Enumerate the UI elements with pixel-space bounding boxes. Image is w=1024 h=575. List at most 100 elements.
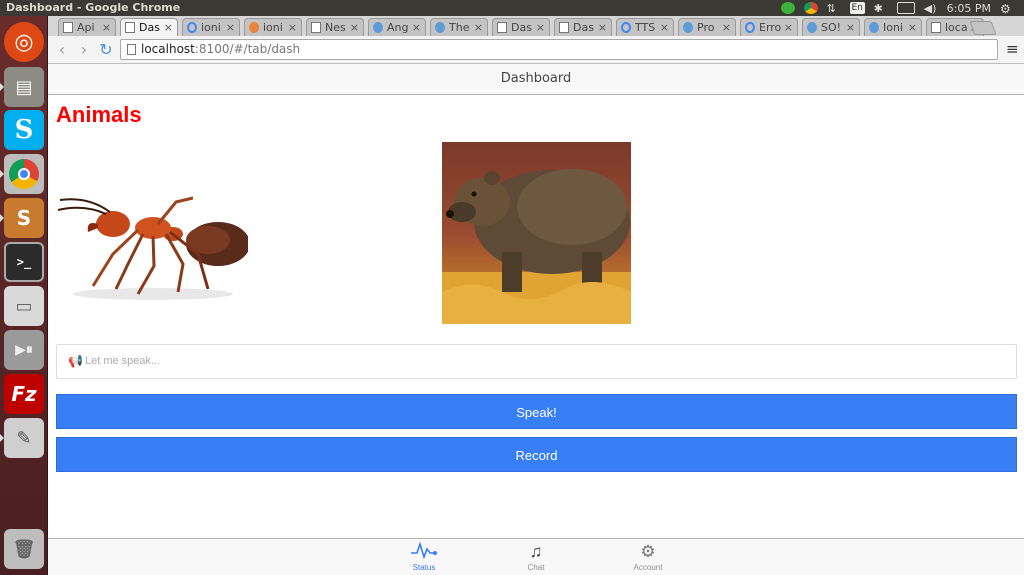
browser-tab-11[interactable]: Pro × (678, 18, 736, 36)
tab-label: The (449, 21, 470, 34)
close-tab-icon[interactable]: × (474, 21, 483, 34)
launcher-skype[interactable]: S (4, 110, 44, 150)
browser-tab-4[interactable]: ioni × (244, 18, 302, 36)
skype-icon: S (14, 115, 34, 145)
launcher-ubuntu-home[interactable]: ◎ (4, 22, 44, 62)
launcher-files[interactable]: ▤ (0, 67, 44, 107)
speak-button[interactable]: Speak! (56, 394, 1017, 429)
system-top-bar: Dashboard - Google Chrome ⇅ En ✱ ◀) 6:05… (0, 0, 1024, 16)
close-tab-icon[interactable]: × (846, 21, 855, 34)
tab-favicon-icon (63, 22, 73, 33)
volume-icon[interactable]: ◀) (924, 2, 938, 15)
reload-button[interactable]: ↻ (96, 40, 116, 60)
tab-favicon-icon (497, 22, 507, 33)
close-tab-icon[interactable]: × (350, 21, 359, 34)
chrome-icon (9, 159, 39, 189)
browser-tab-3[interactable]: ioni × (182, 18, 240, 36)
back-button[interactable]: ‹ (52, 40, 72, 60)
tab-favicon-icon (373, 22, 383, 33)
browser-tab-5[interactable]: Nes × (306, 18, 364, 36)
app-viewport: Dashboard Animals 📢 Let me speak... Spea… (48, 64, 1024, 575)
tab-favicon-icon (559, 22, 569, 33)
clock[interactable]: 6:05 PM (947, 2, 991, 15)
chrome-tray-icon[interactable] (803, 2, 818, 14)
close-tab-icon[interactable]: × (784, 21, 793, 34)
page-title: Dashboard (48, 64, 1024, 95)
tab-favicon-icon (869, 22, 879, 33)
browser-tab-8[interactable]: Das × (492, 18, 550, 36)
browser-tab-13[interactable]: SO! × (802, 18, 860, 36)
battery-icon[interactable] (896, 2, 915, 14)
power-gear-icon[interactable]: ⚙ (1000, 2, 1014, 16)
launcher-media-player[interactable]: ▶⏸ (4, 330, 44, 370)
tab-label: Das (511, 21, 532, 34)
chrome-menu-button[interactable]: ≡ (1006, 40, 1019, 58)
browser-tab-6[interactable]: Ang × (368, 18, 426, 36)
close-tab-icon[interactable]: × (598, 21, 607, 34)
tab-label: Pro (697, 21, 715, 34)
launcher-text-editor[interactable]: ✎ (0, 418, 44, 458)
close-tab-icon[interactable]: × (908, 21, 917, 34)
close-tab-icon[interactable]: × (102, 21, 111, 34)
bluetooth-icon[interactable]: ✱ (874, 2, 888, 15)
tab-account-label: Account (633, 563, 663, 572)
tab-account[interactable]: ⚙ Account (608, 541, 688, 572)
tab-status[interactable]: Status (384, 541, 464, 572)
window-title: Dashboard - Google Chrome (6, 1, 181, 14)
close-tab-icon[interactable]: × (164, 21, 173, 34)
tab-favicon-icon (683, 22, 693, 33)
tab-label: Ang (387, 21, 409, 34)
close-tab-icon[interactable]: × (288, 21, 297, 34)
ant-image (58, 196, 248, 300)
browser-tab-2[interactable]: Das × (120, 18, 178, 36)
new-tab-button[interactable] (969, 21, 997, 35)
tab-label: Nes (325, 21, 346, 34)
close-tab-icon[interactable]: × (536, 21, 545, 34)
pulse-icon (384, 541, 464, 563)
browser-tab-10[interactable]: TTS × (616, 18, 674, 36)
tab-favicon-icon (311, 22, 321, 33)
address-bar[interactable]: localhost:8100/#/tab/dash ☆ (120, 39, 998, 60)
browser-tab-1[interactable]: Api × (58, 18, 116, 36)
launcher-sublime-text[interactable]: S (0, 198, 44, 238)
music-note-icon: ♫ (529, 542, 543, 561)
launcher-filezilla[interactable]: Fz (4, 374, 44, 414)
megaphone-icon: 📢 (68, 354, 83, 368)
bear-image (442, 142, 631, 324)
tab-label: Das (573, 21, 594, 34)
tab-label: Api (77, 21, 95, 34)
close-tab-icon[interactable]: × (226, 21, 235, 34)
close-tab-icon[interactable]: × (660, 21, 669, 34)
launcher-terminal[interactable]: >_ (4, 242, 44, 282)
tab-chat[interactable]: ♫ Chat (496, 541, 576, 572)
tab-label: ioni (263, 21, 283, 34)
browser-tab-7[interactable]: The × (430, 18, 488, 36)
page-icon (127, 44, 136, 55)
text-editor-icon: ✎ (16, 427, 32, 449)
browser-tab-9[interactable]: Das × (554, 18, 612, 36)
forward-button[interactable]: › (74, 40, 94, 60)
tab-favicon-icon (435, 22, 445, 33)
speak-text-input[interactable]: 📢 Let me speak... (56, 344, 1017, 379)
tab-favicon-icon (745, 22, 755, 33)
launcher-disk[interactable]: ▭ (4, 286, 44, 326)
filezilla-icon: Fz (11, 382, 37, 406)
url-host: localhost (141, 42, 195, 56)
launcher-trash[interactable]: 🗑 (4, 529, 44, 569)
close-tab-icon[interactable]: × (722, 21, 731, 34)
media-player-icon: ▶⏸ (15, 342, 33, 358)
network-icon[interactable]: ⇅ (827, 2, 841, 15)
bottom-tab-bar: Status ♫ Chat ⚙ Account (48, 538, 1024, 575)
disk-icon: ▭ (15, 295, 33, 317)
close-tab-icon[interactable]: × (412, 21, 421, 34)
record-button[interactable]: Record (56, 437, 1017, 472)
browser-tab-12[interactable]: Erro × (740, 18, 798, 36)
tab-favicon-icon (125, 22, 135, 33)
tab-label: ioni (201, 21, 221, 34)
tab-label: loca (945, 21, 968, 34)
update-status-icon[interactable] (780, 2, 795, 14)
launcher-chrome[interactable] (0, 154, 44, 194)
sublime-icon: S (16, 206, 32, 230)
keyboard-layout-indicator[interactable]: En (849, 2, 865, 14)
browser-tab-14[interactable]: Ioni × (864, 18, 922, 36)
